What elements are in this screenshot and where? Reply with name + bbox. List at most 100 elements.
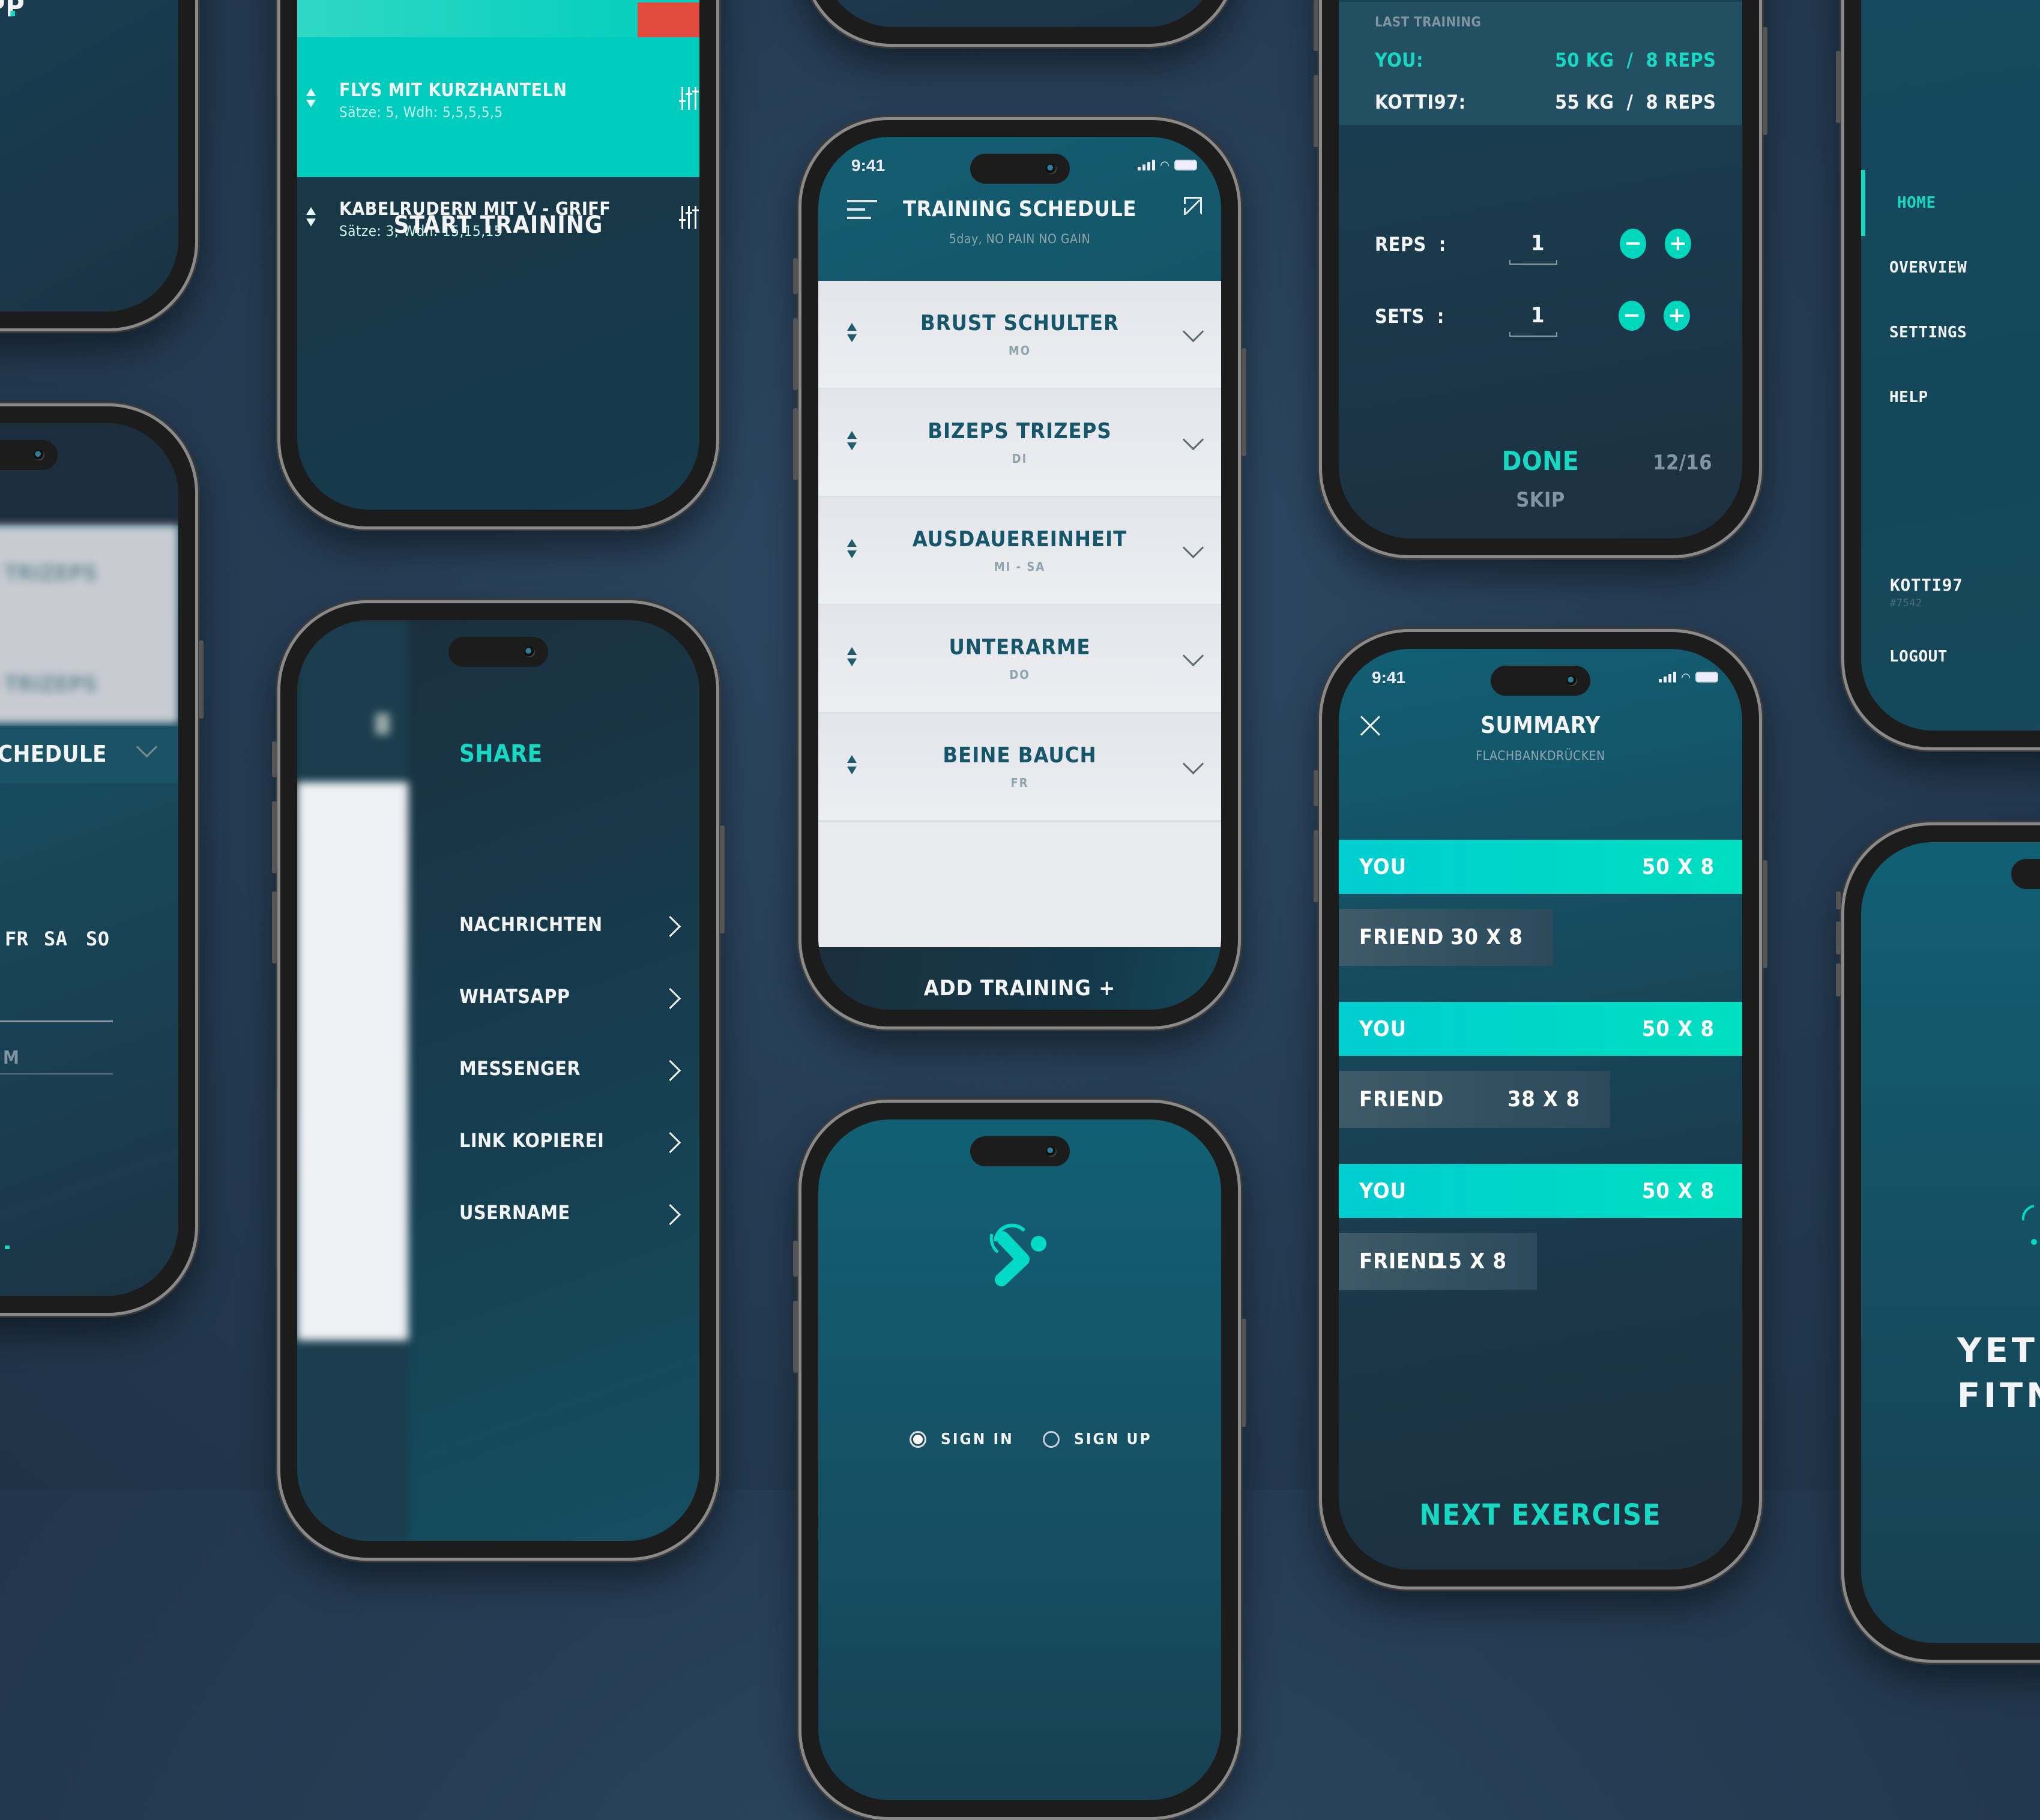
status-time: 9:41	[851, 156, 886, 175]
welcome-headline-line1: YET A	[1957, 1331, 2040, 1370]
reps-plus-button[interactable]: +	[1665, 229, 1691, 259]
share-option-whatsapp[interactable]: WHATSAPP	[459, 980, 681, 1016]
sign-in-label: SIGN IN	[941, 1430, 1014, 1448]
sign-up-label: SIGN UP	[1074, 1430, 1152, 1448]
welcome-headline-line2: FITNE	[1957, 1376, 2040, 1415]
reps-value[interactable]: 1	[1531, 231, 1545, 256]
sets-input-underline	[1509, 332, 1557, 337]
schedule-row[interactable]: BRUST SCHULTER MO	[818, 281, 1221, 390]
blurred-row-label: BIZEPS TRIZEPS	[0, 561, 98, 586]
schedule-row[interactable]: BEINE BAUCH FR	[818, 713, 1221, 822]
input-underline	[0, 1073, 113, 1074]
menu-username: KOTTI97	[1890, 575, 1963, 595]
next-exercise-button[interactable]: NEXT EXERCISE	[1339, 1498, 1742, 1532]
menu-active-indicator	[1861, 170, 1865, 236]
friend-bar-value: 30 X 8	[1450, 925, 1523, 950]
phone-welcome-top-left: APP .	[0, 0, 198, 331]
reorder-icon[interactable]	[306, 88, 316, 107]
chevron-right-icon	[659, 1131, 681, 1154]
radio-selected-icon	[910, 1431, 926, 1448]
exercise-details: Sätze: 5, Wdh: 5,5,5,5,5	[339, 104, 503, 121]
sliders-icon[interactable]	[679, 87, 699, 110]
schedule-list: BRUST SCHULTER MO BIZEPS TRIZEPS DI AUSD…	[818, 281, 1221, 947]
add-training-label: ADD TRAINING +	[923, 976, 1116, 1001]
add-training-button[interactable]: ADD TRAINING +	[818, 947, 1221, 1010]
share-option-nachrichten[interactable]: NACHRICHTEN	[459, 908, 681, 944]
schedule-section-row[interactable]: SCHEDULE	[0, 726, 178, 783]
phone-blurred-schedule: BIZEPS TRIZEPS BIZEPS TRIZEPS SCHEDULE F…	[0, 403, 204, 1316]
friend-bar-label: FRIEND	[1359, 1249, 1444, 1274]
radio-unselected-icon	[1043, 1431, 1060, 1448]
friend-bar-value: 38 X 8	[1507, 1087, 1580, 1112]
workout-day: MO	[1008, 343, 1031, 358]
status-bar: 9:41 ◠	[818, 156, 1221, 180]
exercise-name: FLYS MIT KURZHANTELN	[339, 80, 567, 101]
page-subtitle: 5day, NO PAIN NO GAIN	[949, 232, 1091, 246]
sets-value[interactable]: 1	[1531, 303, 1545, 328]
exercise-item[interactable]: FLYS MIT KURZHANTELN Sätze: 5, Wdh: 5,5,…	[297, 80, 699, 134]
wifi-icon: ◠	[1160, 158, 1169, 172]
delete-action-red[interactable]	[638, 2, 699, 37]
start-training-label: START TRAINING	[393, 211, 603, 239]
sign-in-radio[interactable]: SIGN IN	[910, 1430, 1014, 1448]
blurred-header	[0, 423, 178, 525]
you-bar: YOU 50 X 8	[1339, 840, 1742, 894]
reps-input-underline	[1509, 260, 1557, 265]
weekday-so[interactable]: SO	[86, 927, 110, 950]
share-option-username[interactable]: USERNAME	[459, 1196, 681, 1232]
menu-item-help[interactable]: HELP	[1889, 388, 1928, 406]
share-arrow-icon[interactable]	[1184, 197, 1202, 215]
workout-day: DO	[1009, 667, 1030, 682]
skip-button[interactable]: SKIP	[1339, 488, 1742, 512]
sets-label: SETS :	[1375, 305, 1444, 328]
runner-logo-icon	[989, 1223, 1046, 1286]
you-bar: YOU 50 X 8	[1339, 1002, 1742, 1056]
wifi-icon: ◠	[1681, 670, 1691, 684]
share-option-label: USERNAME	[459, 1201, 570, 1224]
share-option-label: NACHRICHTEN	[459, 913, 603, 936]
you-last-value: 50 KG / 8 REPS	[1555, 49, 1716, 71]
menu-logout[interactable]: LOGOUT	[1889, 648, 1948, 666]
phone-exercises: FLYS MIT KURZHANTELN Sätze: 5, Wdh: 5,5,…	[277, 0, 719, 529]
start-training-button[interactable]: START TRAINING	[297, 177, 699, 273]
menu-item-home[interactable]: HOME	[1897, 194, 1936, 212]
schedule-row[interactable]: BIZEPS TRIZEPS DI	[818, 389, 1221, 498]
comparison-bars: YOU 50 X 8 FRIEND 30 X 8 YOU 50 X 8 FRIEND 38 X…	[1339, 649, 1742, 1570]
share-option-link-copy[interactable]: LINK KOPIEREI	[459, 1124, 681, 1160]
battery-icon	[1695, 672, 1718, 682]
sets-minus-button[interactable]: −	[1619, 301, 1645, 331]
menu-item-overview[interactable]: OVERVIEW	[1889, 259, 1967, 277]
chevron-down-icon[interactable]	[136, 736, 158, 758]
schedule-section-label: SCHEDULE	[0, 741, 107, 767]
friend-bar-label: FRIEND	[1359, 925, 1444, 950]
friend-bar-label: FRIEND	[1359, 1087, 1444, 1112]
placeholder-input[interactable]: M	[3, 1047, 19, 1068]
workout-name: BIZEPS TRIZEPS	[928, 419, 1112, 444]
chevron-right-icon	[659, 915, 681, 938]
status-time: 9:41	[1372, 668, 1406, 687]
menu-item-settings[interactable]: SETTINGS	[1889, 324, 1967, 342]
name-input-underline[interactable]	[0, 1020, 113, 1022]
phone-training-schedule: 9:41 ◠ TRAINING SCHEDULE 5day, NO PAIN N…	[793, 117, 1246, 1029]
reps-minus-button[interactable]: −	[1620, 229, 1646, 259]
schedule-row[interactable]: UNTERARME DO	[818, 605, 1221, 714]
schedule-row[interactable]: AUSDAUEREINHEIT MI - SA	[818, 497, 1221, 606]
teal-accent-dot	[5, 1246, 10, 1249]
you-label: YOU:	[1375, 49, 1424, 71]
status-bar: 9:41 ◠	[1339, 668, 1742, 692]
chevron-right-icon	[659, 1204, 681, 1226]
friend-label: KOTTI97:	[1375, 91, 1466, 113]
phone-share: SHARE NACHRICHTEN WHATSAPP MESSENGER LIN…	[272, 600, 725, 1561]
workout-name: BRUST SCHULTER	[920, 311, 1119, 336]
sets-plus-button[interactable]: +	[1664, 301, 1690, 331]
sign-up-radio[interactable]: SIGN UP	[1043, 1430, 1152, 1448]
share-title: SHARE	[459, 740, 543, 768]
workout-day: MI - SA	[994, 559, 1046, 574]
share-option-messenger[interactable]: MESSENGER	[459, 1052, 681, 1088]
weekday-fr[interactable]: FR	[5, 927, 29, 950]
workout-day: DI	[1012, 451, 1028, 466]
workout-day: FR	[1010, 776, 1029, 790]
share-option-label: MESSENGER	[459, 1057, 581, 1080]
weekday-sa[interactable]: SA	[44, 927, 68, 950]
phone-summary: 9:41 ◠ SUMMARY FLACHBANKDRÜCKEN YOU 50 X …	[1314, 629, 1767, 1589]
